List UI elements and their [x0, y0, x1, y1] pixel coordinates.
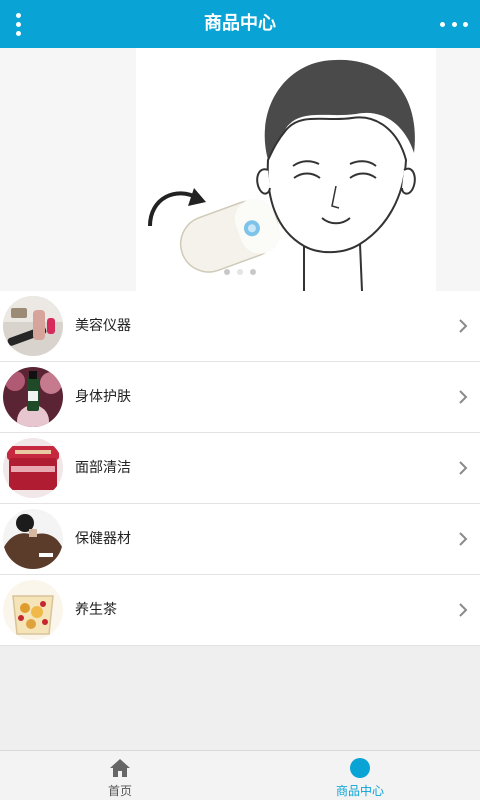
category-label: 面部清洁	[75, 460, 131, 476]
nav-item-home[interactable]: 首页	[0, 751, 240, 800]
beauty-device-thumbnail	[3, 296, 63, 356]
banner-carousel[interactable]	[0, 48, 480, 291]
category-label: 身体护肤	[75, 389, 131, 405]
page-title: 商品中心	[204, 13, 276, 34]
health-tea-thumbnail	[3, 580, 63, 640]
home-icon	[110, 759, 130, 777]
app-screen: 商品中心 美容仪器 身体护肤 面部清洁 保健器材 养生茶 首页 商品中心	[0, 0, 480, 800]
chevron-right-icon	[459, 603, 468, 617]
horizontal-dots-icon	[440, 21, 445, 27]
bottom-navigation: 首页 商品中心	[0, 750, 480, 800]
category-label: 保健器材	[75, 531, 131, 547]
chevron-right-icon	[459, 461, 468, 475]
nav-item-product-center[interactable]: 商品中心	[240, 751, 480, 800]
list-item-beauty-devices[interactable]: 美容仪器	[0, 291, 480, 362]
chevron-right-icon	[459, 390, 468, 404]
face-massager-illustration	[136, 48, 436, 291]
nav-label: 首页	[107, 784, 132, 798]
list-item-health-equipment[interactable]: 保健器材	[0, 504, 480, 575]
category-list: 美容仪器 身体护肤 面部清洁 保健器材 养生茶	[0, 291, 480, 646]
carousel-dot-active[interactable]	[237, 269, 243, 275]
list-item-health-tea[interactable]: 养生茶	[0, 575, 480, 646]
body-care-thumbnail	[3, 367, 63, 427]
top-app-bar: 商品中心	[0, 0, 480, 48]
health-equipment-thumbnail	[3, 509, 63, 569]
category-label: 美容仪器	[75, 318, 131, 334]
circle-icon	[350, 758, 370, 778]
list-item-facial-cleansing[interactable]: 面部清洁	[0, 433, 480, 504]
list-item-body-care[interactable]: 身体护肤	[0, 362, 480, 433]
carousel-indicator	[0, 269, 480, 277]
carousel-dot[interactable]	[224, 269, 230, 275]
chevron-right-icon	[459, 319, 468, 333]
category-label: 养生茶	[75, 602, 117, 618]
carousel-dot[interactable]	[250, 269, 256, 275]
chevron-right-icon	[459, 532, 468, 546]
facial-cleansing-thumbnail	[3, 438, 63, 498]
more-options-button[interactable]	[440, 14, 468, 34]
nav-label: 商品中心	[335, 784, 384, 798]
